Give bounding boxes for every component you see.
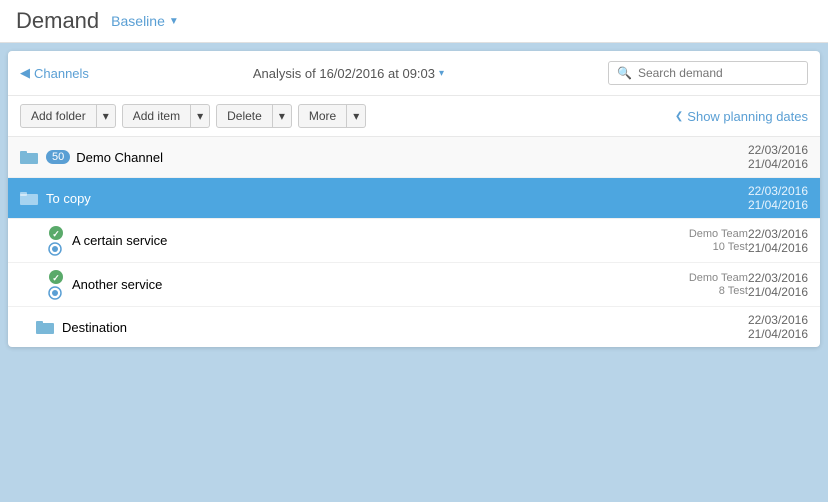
service2-meta: Demo Team 8 Test (689, 272, 748, 297)
baseline-label: Baseline (111, 13, 165, 29)
tocopy-date1: 22/03/2016 (748, 184, 808, 198)
service2-count: 8 Test (719, 285, 748, 297)
svg-text:✓: ✓ (52, 229, 60, 239)
add-folder-group: Add folder ▾ (20, 104, 116, 128)
more-group: More ▾ (298, 104, 366, 128)
service1-count: 10 Test (713, 241, 748, 253)
add-folder-button[interactable]: Add folder (20, 104, 97, 128)
app-header: Demand Baseline ▼ (0, 0, 828, 43)
service2-date2: 21/04/2016 (748, 285, 808, 299)
channels-link[interactable]: ◀ Channels (20, 65, 89, 81)
analysis-info: Analysis of 16/02/2016 at 09:03 ▾ (97, 66, 600, 81)
service2-team: Demo Team (689, 272, 748, 284)
table-row[interactable]: ✓ A certain service Demo Team 10 Test 22… (8, 219, 820, 263)
service2-icon-top: ✓ (48, 269, 64, 285)
service2-icon-bottom (48, 286, 64, 300)
add-item-group: Add item ▾ (122, 104, 210, 128)
table-row[interactable]: 50 Demo Channel 22/03/2016 21/04/2016 (8, 137, 820, 178)
channel-dates: 22/03/2016 21/04/2016 (748, 143, 808, 171)
service1-date2: 21/04/2016 (748, 241, 808, 255)
add-folder-dropdown-button[interactable]: ▾ (97, 104, 116, 128)
service1-date1: 22/03/2016 (748, 227, 808, 241)
service1-dates: 22/03/2016 21/04/2016 (748, 227, 808, 255)
delete-button[interactable]: Delete (216, 104, 273, 128)
delete-dropdown-button[interactable]: ▾ (273, 104, 292, 128)
background-area (0, 355, 828, 455)
show-planning-label: Show planning dates (687, 109, 808, 124)
nav-row: ◀ Channels Analysis of 16/02/2016 at 09:… (8, 51, 820, 96)
table-area: 50 Demo Channel 22/03/2016 21/04/2016 To… (8, 137, 820, 347)
folder-selected-icon (20, 191, 38, 205)
service2-date1: 22/03/2016 (748, 271, 808, 285)
add-item-dropdown-button[interactable]: ▾ (191, 104, 210, 128)
search-box[interactable]: 🔍 (608, 61, 808, 85)
service-icon-top: ✓ (48, 225, 64, 241)
tocopy-date2: 21/04/2016 (748, 198, 808, 212)
show-planning-button[interactable]: ❮ Show planning dates (675, 109, 808, 124)
service-icon-bottom (48, 242, 64, 256)
destination-date1: 22/03/2016 (748, 313, 808, 327)
actions-row: Add folder ▾ Add item ▾ Delete ▾ More ▾ … (8, 96, 820, 137)
service1-meta: Demo Team 10 Test (689, 228, 748, 253)
table-row[interactable]: Destination 22/03/2016 21/04/2016 (8, 307, 820, 347)
delete-group: Delete ▾ (216, 104, 292, 128)
destination-label: Destination (62, 320, 748, 335)
baseline-selector[interactable]: Baseline ▼ (111, 13, 179, 29)
service1-label: A certain service (72, 233, 689, 248)
search-input[interactable] (638, 66, 799, 80)
search-icon: 🔍 (617, 66, 632, 80)
service2-icons: ✓ (48, 269, 64, 300)
analysis-label: Analysis of 16/02/2016 at 09:03 (253, 66, 435, 81)
table-row[interactable]: ✓ Another service Demo Team 8 Test 22/03… (8, 263, 820, 307)
channel-label: Demo Channel (76, 150, 748, 165)
tocopy-dates: 22/03/2016 21/04/2016 (748, 184, 808, 212)
channel-date2: 21/04/2016 (748, 157, 808, 171)
channel-date1: 22/03/2016 (748, 143, 808, 157)
add-item-button[interactable]: Add item (122, 104, 191, 128)
back-arrow-icon: ◀ (20, 65, 30, 81)
baseline-chevron-icon: ▼ (169, 16, 179, 27)
service-icons: ✓ (48, 225, 64, 256)
tocopy-label: To copy (46, 191, 748, 206)
app-title: Demand (16, 8, 99, 34)
table-row[interactable]: To copy 22/03/2016 21/04/2016 (8, 178, 820, 219)
channels-label: Channels (34, 66, 89, 81)
analysis-dropdown-icon[interactable]: ▾ (439, 68, 444, 79)
main-content: ◀ Channels Analysis of 16/02/2016 at 09:… (8, 51, 820, 347)
service1-team: Demo Team (689, 228, 748, 240)
show-planning-chevron-icon: ❮ (675, 111, 683, 122)
folder-icon (20, 150, 38, 164)
svg-text:✓: ✓ (52, 273, 60, 283)
more-dropdown-button[interactable]: ▾ (347, 104, 366, 128)
channel-badge: 50 (46, 150, 70, 164)
destination-dates: 22/03/2016 21/04/2016 (748, 313, 808, 341)
destination-folder-icon (36, 320, 54, 334)
more-button[interactable]: More (298, 104, 347, 128)
destination-date2: 21/04/2016 (748, 327, 808, 341)
service2-label: Another service (72, 277, 689, 292)
service2-dates: 22/03/2016 21/04/2016 (748, 271, 808, 299)
